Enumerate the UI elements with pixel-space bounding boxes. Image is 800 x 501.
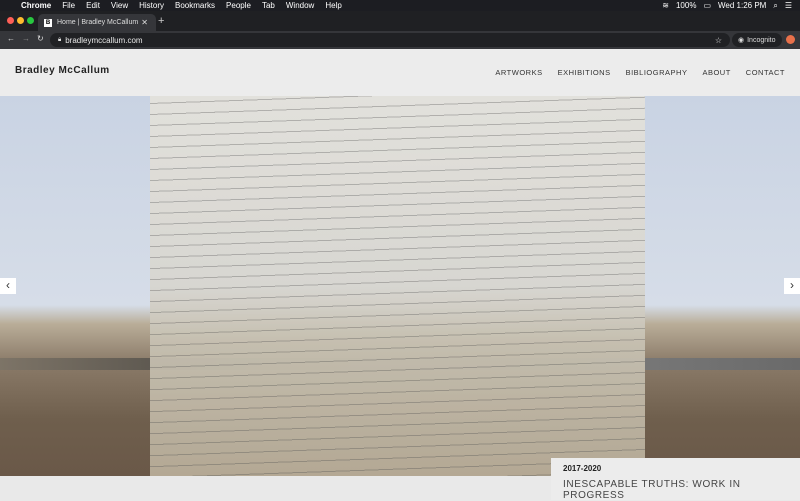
clock[interactable]: Wed 1:26 PM — [718, 1, 766, 10]
nav-contact[interactable]: CONTACT — [746, 68, 785, 77]
mac-menu-bar: Chrome File Edit View History Bookmarks … — [0, 0, 800, 11]
nav-about[interactable]: ABOUT — [702, 68, 730, 77]
site-header: Bradley McCallum ARTWORKS EXHIBITIONS BI… — [0, 49, 800, 96]
menu-help[interactable]: Help — [325, 0, 341, 11]
slide-title[interactable]: INESCAPABLE TRUTHS: WORK IN PROGRESS — [563, 479, 788, 501]
nav-bibliography[interactable]: BIBLIOGRAPHY — [626, 68, 688, 77]
maximize-window-button[interactable] — [27, 17, 34, 24]
nav-exhibitions[interactable]: EXHIBITIONS — [558, 68, 611, 77]
menu-tab[interactable]: Tab — [262, 0, 275, 11]
favicon-icon: B — [44, 18, 52, 27]
main-nav: ARTWORKS EXHIBITIONS BIBLIOGRAPHY ABOUT … — [495, 68, 785, 77]
incognito-label: Incognito — [747, 36, 776, 44]
address-toolbar: ← → ↻ 🔒︎ bradleymccallum.com ☆ ◉ Incogni… — [0, 31, 800, 49]
control-center-icon[interactable]: ☰ — [785, 1, 792, 10]
menu-history[interactable]: History — [139, 0, 164, 11]
menu-app[interactable]: Chrome — [21, 0, 51, 11]
nav-artworks[interactable]: ARTWORKS — [495, 68, 542, 77]
close-window-button[interactable] — [7, 17, 14, 24]
battery-icon[interactable]: ▭ — [703, 1, 711, 10]
forward-icon[interactable]: → — [22, 34, 30, 43]
incognito-icon: ◉ — [738, 37, 745, 44]
menu-file[interactable]: File — [62, 0, 75, 11]
menu-bookmarks[interactable]: Bookmarks — [175, 0, 215, 11]
wifi-icon[interactable]: ≋ — [662, 1, 669, 10]
menu-people[interactable]: People — [226, 0, 251, 11]
hero-slideshow-image: ‹ › — [0, 96, 800, 476]
previous-slide-button[interactable]: ‹ — [0, 278, 16, 294]
menu-window[interactable]: Window — [286, 0, 314, 11]
back-icon[interactable]: ← — [7, 34, 15, 43]
reload-icon[interactable]: ↻ — [37, 34, 44, 43]
tab-title: Home | Bradley McCallum — [57, 19, 139, 26]
menu-edit[interactable]: Edit — [86, 0, 100, 11]
site-logo[interactable]: Bradley McCallum — [15, 65, 110, 76]
next-slide-button[interactable]: › — [784, 278, 800, 294]
search-icon[interactable]: ⌕ — [773, 1, 777, 11]
new-tab-button[interactable]: + — [158, 15, 164, 27]
url-bar[interactable]: 🔒︎ bradleymccallum.com ☆ — [50, 33, 730, 47]
extension-icon[interactable] — [786, 35, 795, 44]
battery-percent[interactable]: 100% — [676, 1, 696, 10]
browser-tab[interactable]: B Home | Bradley McCallum ✕ — [38, 14, 156, 31]
handwritten-letter-overlay — [150, 96, 645, 476]
lock-icon: 🔒︎ — [58, 36, 62, 43]
slide-caption[interactable]: 2017-2020 INESCAPABLE TRUTHS: WORK IN PR… — [551, 458, 800, 501]
minimize-window-button[interactable] — [17, 17, 24, 24]
slide-years: 2017-2020 — [563, 464, 602, 473]
bookmark-star-icon[interactable]: ☆ — [715, 36, 722, 45]
tab-bar: B Home | Bradley McCallum ✕ + — [0, 11, 800, 31]
url-text: bradleymccallum.com — [65, 35, 143, 45]
menu-view[interactable]: View — [111, 0, 128, 11]
incognito-badge[interactable]: ◉ Incognito — [732, 33, 782, 47]
close-tab-icon[interactable]: ✕ — [141, 18, 148, 27]
